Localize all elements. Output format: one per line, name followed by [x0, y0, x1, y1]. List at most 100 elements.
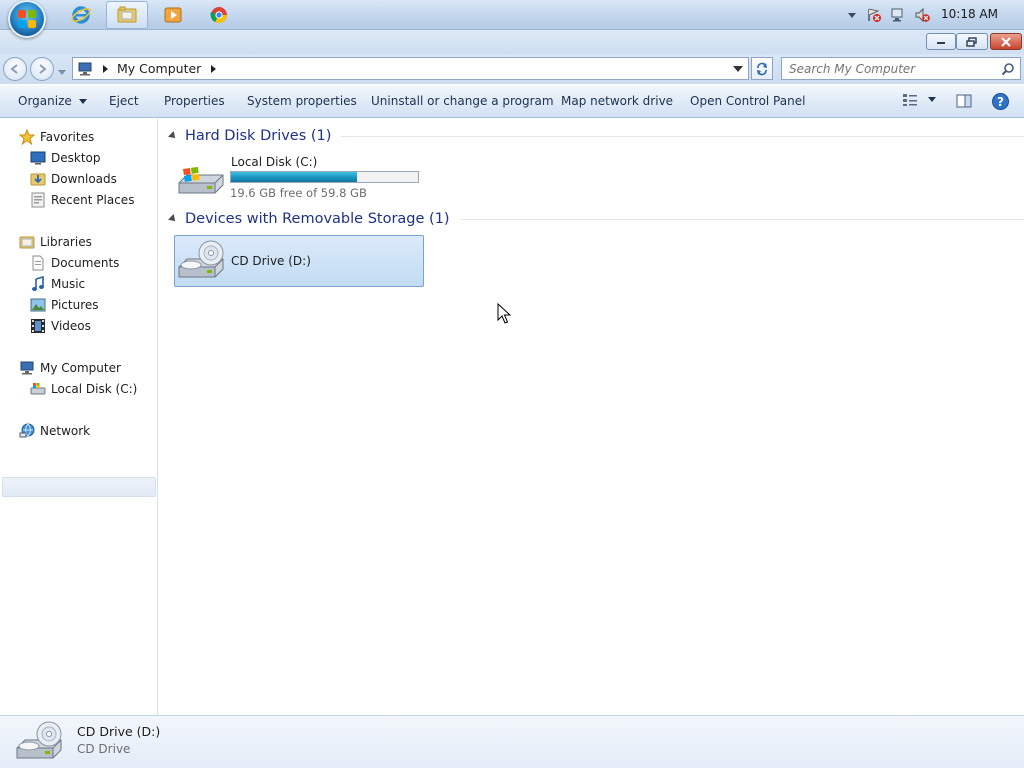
organize-button[interactable]: Organize [18, 94, 87, 108]
window-titlebar [0, 30, 1024, 54]
network-tray-icon[interactable] [890, 7, 906, 23]
collapse-triangle-icon[interactable] [168, 214, 178, 224]
search-box[interactable] [781, 57, 1021, 80]
nav-desktop[interactable]: Desktop [30, 148, 101, 168]
nav-documents[interactable]: Documents [30, 253, 119, 273]
address-box[interactable]: My Computer [72, 57, 749, 80]
system-clock[interactable]: 10:18 AM [941, 7, 998, 21]
recent-pages-button[interactable] [58, 65, 66, 79]
taskbar-internet-explorer[interactable] [60, 1, 102, 29]
search-input[interactable] [789, 61, 994, 76]
group-divider [341, 135, 1024, 137]
nav-local-disk-label: Local Disk (C:) [51, 382, 138, 396]
close-button[interactable] [990, 33, 1022, 50]
chevron-down-icon [78, 99, 87, 104]
documents-icon [30, 255, 46, 271]
nav-my-computer[interactable]: My Computer [19, 358, 121, 378]
cd-drive-icon [178, 240, 224, 278]
nav-recent-places-label: Recent Places [51, 193, 135, 207]
start-button[interactable] [8, 0, 46, 38]
details-item-name: CD Drive (D:) [77, 724, 161, 739]
nav-music-label: Music [51, 277, 86, 291]
nav-selection-highlight [2, 477, 156, 497]
help-button[interactable]: ? [992, 93, 1009, 113]
restore-button[interactable] [956, 33, 988, 50]
tray-arrow-icon [848, 13, 856, 18]
local-disk-capacity-bar [230, 171, 419, 183]
volume-muted-icon[interactable] [914, 7, 930, 23]
capacity-bar-fill [231, 172, 357, 182]
desktop-icon [30, 150, 46, 166]
group-header-label: Hard Disk Drives (1) [185, 128, 332, 144]
nav-recent-places[interactable]: Recent Places [30, 190, 134, 210]
open-control-panel-button[interactable]: Open Control Panel [690, 94, 805, 108]
breadcrumb-my-computer[interactable]: My Computer [117, 61, 201, 76]
back-button[interactable] [3, 57, 27, 81]
computer-icon [19, 360, 35, 376]
preview-pane-icon [956, 94, 972, 108]
map-network-drive-button[interactable]: Map network drive [561, 94, 673, 108]
back-arrow-icon [10, 64, 18, 74]
minimize-icon [937, 41, 945, 44]
forward-arrow-icon [39, 64, 47, 74]
internet-explorer-icon [71, 6, 91, 24]
hard-drive-icon [30, 381, 46, 397]
nav-videos-label: Videos [51, 319, 91, 333]
taskbar-chrome[interactable] [198, 1, 240, 29]
eject-button[interactable]: Eject [109, 94, 139, 108]
forward-button[interactable] [30, 57, 54, 81]
nav-documents-label: Documents [51, 256, 120, 270]
uninstall-program-button[interactable]: Uninstall or change a program [371, 94, 554, 108]
breadcrumb-separator-icon[interactable] [209, 64, 217, 73]
show-hidden-icons-button[interactable] [844, 7, 860, 23]
help-icon: ? [992, 93, 1009, 110]
cd-drive-name: CD Drive (D:) [231, 254, 311, 268]
nav-network[interactable]: Network [19, 421, 90, 441]
nav-downloads[interactable]: Downloads [30, 169, 117, 189]
minimize-button[interactable] [926, 33, 956, 50]
cd-drive-item[interactable]: CD Drive (D:) [174, 235, 424, 287]
taskbar-windows-explorer[interactable] [106, 1, 148, 29]
file-list: Hard Disk Drives (1) Local Disk (C:) 19.… [159, 119, 1024, 715]
address-dropdown-icon[interactable] [733, 66, 743, 72]
nav-my-computer-label: My Computer [40, 361, 121, 375]
videos-icon [30, 318, 46, 334]
downloads-folder-icon [30, 171, 46, 187]
preview-pane-button[interactable] [956, 94, 972, 111]
computer-icon [78, 62, 92, 75]
nav-favorites[interactable]: Favorites [19, 127, 94, 147]
cd-drive-icon [16, 721, 62, 759]
nav-pictures[interactable]: Pictures [30, 295, 99, 315]
properties-button[interactable]: Properties [164, 94, 225, 108]
address-bar-row: My Computer [0, 54, 1024, 84]
nav-favorites-label: Favorites [40, 130, 95, 144]
refresh-button[interactable] [751, 57, 773, 80]
breadcrumb-separator-icon[interactable] [101, 64, 109, 73]
group-removable-storage[interactable]: Devices with Removable Storage (1) [168, 211, 1024, 227]
recent-places-icon [30, 192, 46, 208]
action-center-icon[interactable] [866, 7, 882, 23]
svg-text:?: ? [997, 95, 1004, 109]
nav-music[interactable]: Music [30, 274, 85, 294]
pictures-icon [30, 297, 46, 313]
nav-libraries[interactable]: Libraries [19, 232, 92, 252]
nav-local-disk[interactable]: Local Disk (C:) [30, 379, 137, 399]
nav-downloads-label: Downloads [51, 172, 117, 186]
network-icon [19, 423, 35, 439]
nav-videos[interactable]: Videos [30, 316, 91, 336]
local-disk-name: Local Disk (C:) [231, 155, 318, 169]
group-header-label: Devices with Removable Storage (1) [185, 211, 450, 227]
mouse-cursor-icon [497, 303, 511, 324]
restore-icon [966, 36, 977, 47]
media-player-icon [164, 7, 182, 23]
system-properties-button[interactable]: System properties [247, 94, 357, 108]
taskbar-media-player[interactable] [152, 1, 194, 29]
local-disk-free-space: 19.6 GB free of 59.8 GB [230, 186, 367, 200]
search-icon[interactable] [1001, 62, 1015, 76]
change-view-button[interactable] [902, 93, 936, 107]
chevron-down-icon [58, 70, 66, 75]
libraries-icon [19, 234, 35, 250]
collapse-triangle-icon[interactable] [168, 131, 178, 141]
group-hard-disk-drives[interactable]: Hard Disk Drives (1) [168, 128, 1024, 144]
view-options-icon [903, 94, 917, 106]
